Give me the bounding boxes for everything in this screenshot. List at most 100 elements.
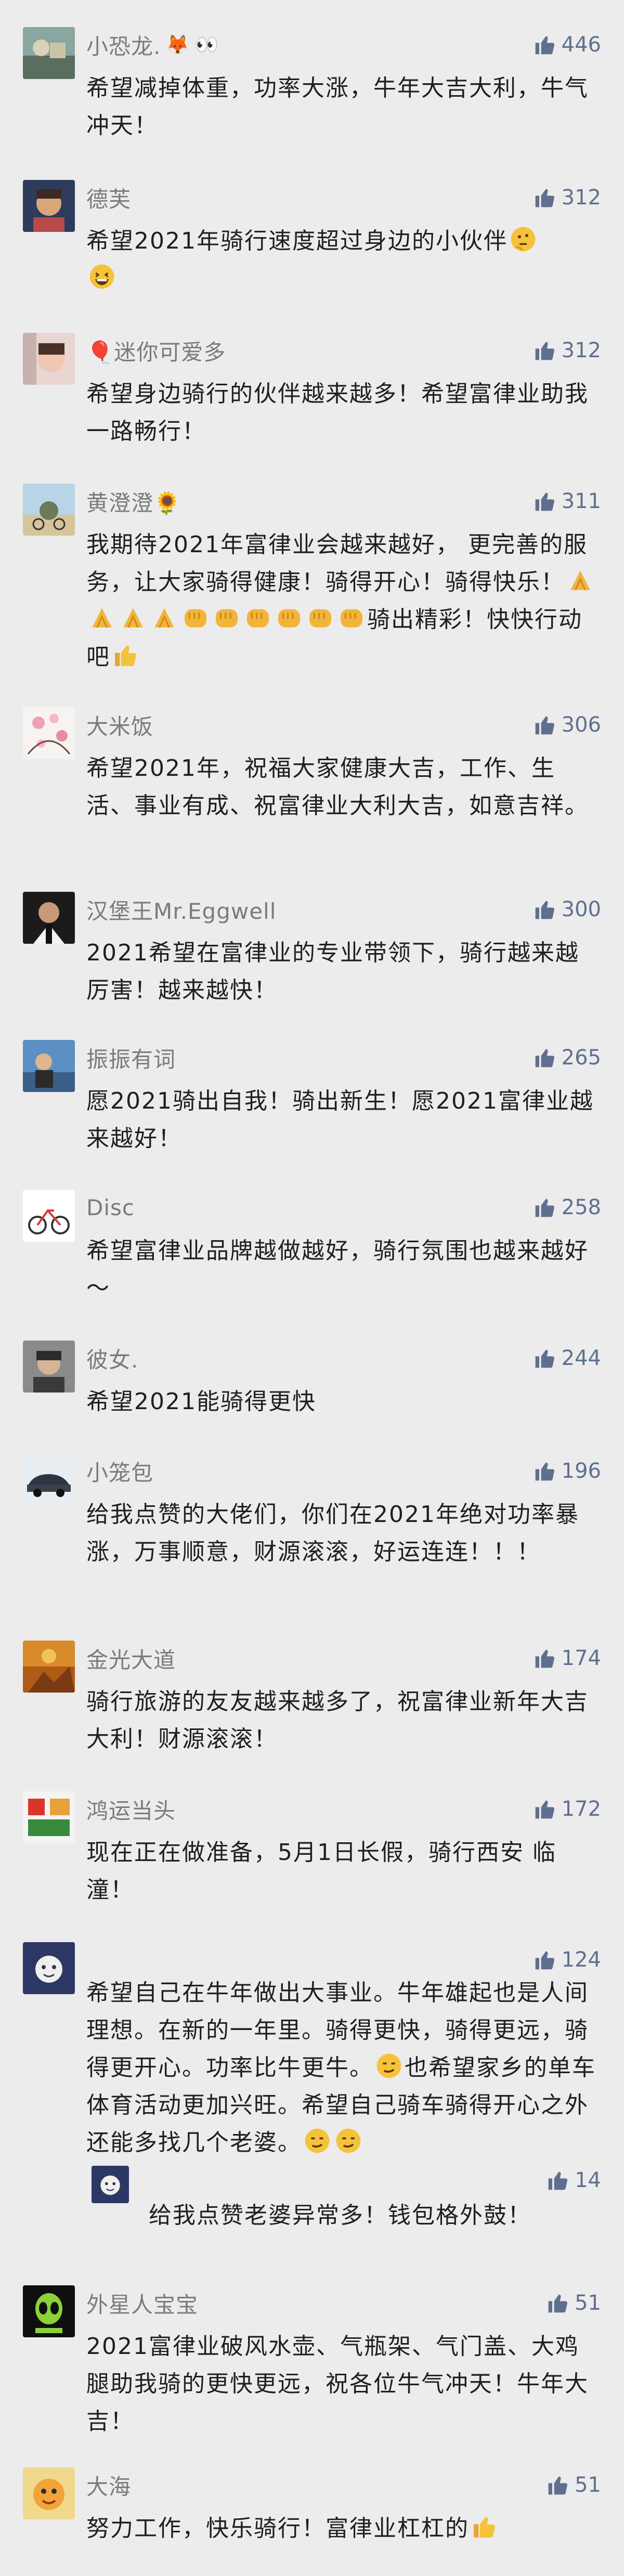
user-name[interactable]: Disc bbox=[86, 1195, 135, 1220]
comment-item: 124 希望自己在牛年做出大事业。牛年雄起也是人间理想。在新的一年里。骑得更快，… bbox=[0, 1942, 624, 2244]
thumbs-up-icon[interactable] bbox=[534, 1046, 556, 1069]
thumbs-up-icon[interactable] bbox=[534, 339, 556, 362]
smirk-face-icon bbox=[303, 2126, 332, 2155]
like-count: 124 bbox=[561, 1948, 601, 1972]
avatar[interactable] bbox=[23, 1453, 75, 1505]
avatar[interactable] bbox=[23, 1791, 75, 1843]
thumbs-up-icon[interactable] bbox=[534, 490, 556, 513]
clap-icon bbox=[119, 603, 148, 632]
like-button[interactable]: 124 bbox=[534, 1945, 601, 1974]
comment-item: 大米饭 306 希望2021年，祝福大家健康大吉，工作、生活、事业有成、祝富律业… bbox=[0, 707, 624, 863]
like-count: 51 bbox=[575, 2473, 601, 2497]
comment-item: 小恐龙. 🦊 👀 446 希望减掉体重，功率大涨，牛年大吉大利，牛气冲天！ bbox=[0, 27, 624, 152]
user-name[interactable]: 小恐龙. bbox=[86, 29, 161, 61]
like-button[interactable]: 196 bbox=[534, 1456, 601, 1486]
like-count: 312 bbox=[561, 186, 601, 210]
thumbs-up-icon[interactable] bbox=[547, 2292, 569, 2314]
smirk-face-icon bbox=[334, 2126, 363, 2155]
thumbs-up-icon[interactable] bbox=[534, 713, 556, 736]
thumbs-up-icon[interactable] bbox=[547, 2474, 569, 2496]
thumbs-up-icon[interactable] bbox=[534, 1196, 556, 1219]
comment-text: 希望2021年骑行速度超过身边的小伙伴 bbox=[86, 228, 508, 254]
user-name[interactable]: 黄澄澄🌻 bbox=[86, 486, 181, 517]
avatar[interactable] bbox=[23, 2285, 75, 2337]
avatar[interactable] bbox=[23, 333, 75, 385]
avatar[interactable] bbox=[23, 1641, 75, 1693]
avatar[interactable] bbox=[23, 1190, 75, 1242]
comment-list: 小恐龙. 🦊 👀 446 希望减掉体重，功率大涨，牛年大吉大利，牛气冲天！ 德芙… bbox=[0, 0, 624, 2576]
user-name[interactable]: 鸿运当头 bbox=[86, 1793, 176, 1825]
user-name[interactable]: 彼女. bbox=[86, 1343, 138, 1374]
thumbs-up-icon[interactable] bbox=[534, 186, 556, 209]
comment-text: 希望富律业品牌越做越好，骑行氛围也越来越好～ bbox=[86, 1238, 589, 1302]
thumbs-up-icon[interactable] bbox=[534, 1647, 556, 1670]
name-emoji: 🦊 👀 bbox=[166, 34, 219, 56]
user-name[interactable]: 大海 bbox=[86, 2469, 131, 2501]
like-button[interactable]: 300 bbox=[534, 895, 601, 924]
comment-text: 我期待2021年富律业会越来越好， 更完善的服务，让大家骑得健康！骑得开心！骑得… bbox=[86, 531, 588, 595]
comment-text: 2021富律业破风水壶、气瓶架、气门盖、大鸡腿助我骑的更快更远，祝各位牛气冲天！… bbox=[86, 2333, 589, 2435]
comment-item: 黄澄澄🌻 311 我期待2021年富律业会越来越好， 更完善的服务，让大家骑得健… bbox=[0, 484, 624, 671]
thumbs-up-icon[interactable] bbox=[534, 1948, 556, 1971]
like-button[interactable]: 446 bbox=[534, 30, 601, 59]
reply-text: 给我点赞老婆异常多！钱包格外鼓！ bbox=[149, 2202, 531, 2229]
like-button[interactable]: 258 bbox=[534, 1193, 601, 1222]
avatar[interactable] bbox=[23, 484, 75, 536]
like-button[interactable]: 265 bbox=[534, 1043, 601, 1072]
fist-icon bbox=[275, 603, 304, 632]
reply-item: 14 给我点赞老婆异常多！钱包格外鼓！ bbox=[86, 2166, 601, 2239]
thinking-face-icon bbox=[509, 225, 538, 254]
avatar[interactable] bbox=[23, 1341, 75, 1393]
user-name[interactable]: 德芙 bbox=[86, 182, 131, 214]
avatar[interactable] bbox=[23, 1040, 75, 1092]
clap-icon bbox=[87, 603, 116, 632]
user-name[interactable]: 金光大道 bbox=[86, 1643, 176, 1674]
thumbs-up-icon[interactable] bbox=[534, 1347, 556, 1370]
comment-item: 彼女. 244 希望2021能骑得更快 bbox=[0, 1341, 624, 1429]
user-name[interactable]: 外星人宝宝 bbox=[86, 2287, 198, 2319]
like-count: 258 bbox=[561, 1195, 601, 1219]
like-button[interactable]: 244 bbox=[534, 1344, 601, 1373]
like-count: 306 bbox=[561, 713, 601, 737]
like-count: 174 bbox=[561, 1646, 601, 1670]
comment-item: 外星人宝宝 51 2021富律业破风水壶、气瓶架、气门盖、大鸡腿助我骑的更快更远… bbox=[0, 2285, 624, 2441]
like-button[interactable]: 51 bbox=[547, 2470, 601, 2500]
like-count: 265 bbox=[561, 1046, 601, 1070]
thumbs-up-icon[interactable] bbox=[534, 1460, 556, 1482]
like-button[interactable]: 312 bbox=[534, 336, 601, 365]
like-button[interactable]: 306 bbox=[534, 710, 601, 739]
avatar[interactable] bbox=[92, 2166, 129, 2203]
like-count: 311 bbox=[561, 489, 601, 513]
avatar[interactable] bbox=[23, 2467, 75, 2519]
comment-item: Disc 258 希望富律业品牌越做越好，骑行氛围也越来越好～ bbox=[0, 1190, 624, 1315]
user-name[interactable]: 振振有词 bbox=[86, 1042, 176, 1074]
thumbs-up-icon[interactable] bbox=[534, 1798, 556, 1820]
user-name[interactable]: 汉堡王Mr.Eggwell bbox=[86, 894, 276, 926]
comment-item: 鸿运当头 172 现在正在做准备，5月1日长假，骑行西安 临潼！ bbox=[0, 1791, 624, 1916]
like-button[interactable]: 14 bbox=[547, 2166, 601, 2195]
user-name[interactable]: 🎈迷你可爱多 bbox=[86, 335, 226, 367]
thumbs-up-icon[interactable] bbox=[547, 2169, 569, 2192]
thumbs-up-emoji-icon bbox=[111, 641, 140, 670]
comment-item: 汉堡王Mr.Eggwell 300 2021希望在富律业的专业带领下，骑行越来越… bbox=[0, 892, 624, 1017]
like-button[interactable]: 174 bbox=[534, 1644, 601, 1673]
like-count: 244 bbox=[561, 1346, 601, 1370]
avatar[interactable] bbox=[23, 180, 75, 232]
avatar[interactable] bbox=[23, 1942, 75, 1994]
thumbs-up-icon[interactable] bbox=[534, 33, 556, 56]
comment-text: 骑行旅游的友友越来越多了，祝富律业新年大吉大利！财源滚滚！ bbox=[86, 1688, 589, 1752]
user-name[interactable]: 小笼包 bbox=[86, 1455, 153, 1487]
thumbs-up-icon[interactable] bbox=[534, 898, 556, 921]
avatar[interactable] bbox=[23, 27, 75, 79]
like-count: 14 bbox=[575, 2168, 601, 2192]
like-button[interactable]: 312 bbox=[534, 183, 601, 212]
like-button[interactable]: 311 bbox=[534, 487, 601, 516]
comment-item: 振振有词 265 愿2021骑出自我！骑出新生！愿2021富律业越来越好！ bbox=[0, 1040, 624, 1165]
fist-icon bbox=[181, 603, 210, 632]
user-name[interactable]: 大米饭 bbox=[86, 709, 153, 741]
avatar[interactable] bbox=[23, 892, 75, 944]
avatar[interactable] bbox=[23, 707, 75, 759]
comment-text: 希望减掉体重，功率大涨，牛年大吉大利，牛气冲天！ bbox=[86, 75, 589, 139]
like-button[interactable]: 51 bbox=[547, 2288, 601, 2318]
like-button[interactable]: 172 bbox=[534, 1794, 601, 1824]
